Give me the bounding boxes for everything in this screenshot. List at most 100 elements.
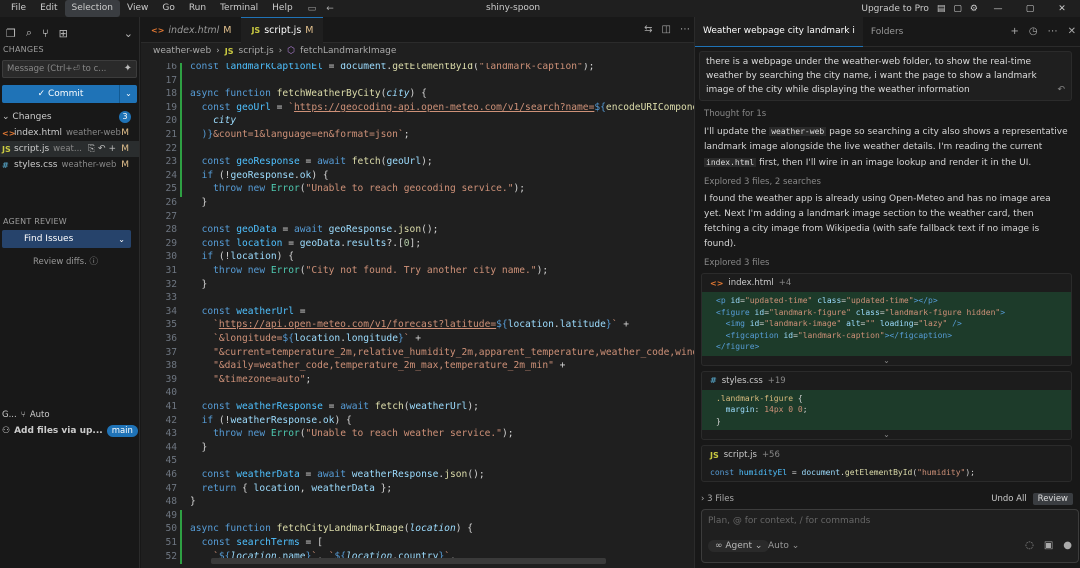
line-number: 33 (165, 292, 177, 304)
line-number: 24 (165, 169, 177, 181)
commit-message-input[interactable]: Message (Ctrl+⏎ to c... ✦ (2, 60, 137, 78)
menu-edit[interactable]: Edit (33, 0, 64, 17)
chat-icon[interactable]: ▢ (953, 4, 962, 14)
chevron-down-icon[interactable]: ⌄ (702, 356, 1071, 365)
file-item[interactable]: <> index.html weather-web M (0, 125, 139, 141)
diff-card-index-html[interactable]: <> index.html +4 <p id="updated-time" cl… (701, 273, 1072, 366)
upgrade-button[interactable]: Upgrade to Pro (861, 4, 929, 14)
image-icon[interactable]: ▣ (1044, 540, 1053, 551)
settings-icon[interactable]: ⚙ (970, 4, 978, 14)
commit-button[interactable]: ✓ Commit (2, 85, 119, 103)
line-number: 49 (165, 509, 177, 521)
explorer-icon[interactable]: ❐ (6, 27, 16, 40)
extensions-icon[interactable]: ⊞ (59, 27, 68, 40)
line-number: 39 (165, 373, 177, 385)
layout-toggle-icon[interactable]: ▭ (308, 4, 317, 14)
chevron-down-icon[interactable]: ⌄ (702, 430, 1071, 439)
diff-card-styles-css[interactable]: # styles.css +19 .landmark-figure { marg… (701, 370, 1072, 440)
compare-icon[interactable]: ⇆ (644, 24, 652, 35)
more-icon[interactable]: ⌄ (124, 27, 133, 40)
more-icon[interactable]: ⋯ (1048, 26, 1058, 37)
code-editor: <> index.html M JS script.js M ⇆ ◫ ⋯ wea… (141, 17, 694, 568)
line-number: 51 (165, 537, 177, 548)
editor-tabs: <> index.html M JS script.js M ⇆ ◫ ⋯ (141, 17, 694, 43)
branch-icon: ⑂ (20, 410, 26, 420)
line-number: 16 (165, 63, 177, 72)
menu-view[interactable]: View (120, 0, 155, 17)
code-line: if (!location) { (201, 251, 294, 263)
close-icon[interactable]: ✕ (1068, 26, 1076, 37)
menu-terminal[interactable]: Terminal (213, 0, 265, 17)
code-line: const landmarkCaptionEl = document.getEl… (190, 63, 595, 72)
changed-files-list: <> index.html weather-web M JS script.js weat.… (0, 125, 139, 173)
user-message[interactable]: there is a webpage under the weather-web… (699, 51, 1072, 101)
menu-help[interactable]: Help (265, 0, 300, 17)
file-item[interactable]: # styles.css weather-web M (0, 157, 139, 173)
code-line: } (190, 441, 208, 453)
code-line: async function fetchWeatherByCity(city) … (190, 88, 427, 100)
minimize-button[interactable]: — (986, 4, 1010, 14)
file-item[interactable]: JS script.js weat... ⎘ ↶ + M (0, 141, 139, 157)
thought-status[interactable]: Thought for 1s (704, 109, 1080, 119)
chat-input[interactable]: Plan, @ for context, / for commands ∞ Ag… (701, 509, 1079, 563)
line-number: 34 (165, 305, 177, 317)
spinner-icon: ◌ (1025, 540, 1034, 551)
line-number: 23 (165, 156, 177, 168)
js-file-icon: JS (251, 26, 261, 35)
menu-run[interactable]: Run (182, 0, 213, 17)
sparkle-icon[interactable]: ✦ (124, 63, 132, 74)
explored-status-1[interactable]: Explored 3 files, 2 searches (704, 177, 1080, 187)
layout-icon[interactable]: ▤ (937, 4, 946, 14)
search-icon[interactable]: ⌕ (26, 26, 32, 40)
js-file-icon: JS (710, 450, 719, 460)
history-icon[interactable]: ◷ (1029, 26, 1038, 37)
model-selector[interactable]: Auto ⌄ (768, 541, 799, 551)
undo-all-button[interactable]: Undo All (991, 494, 1026, 504)
source-control-icon[interactable]: ⑂ (42, 27, 49, 40)
code-line: throw new Error("Unable to reach geocodi… (213, 183, 526, 195)
menu-file[interactable]: File (4, 0, 33, 17)
line-number: 42 (165, 414, 177, 426)
menu-selection[interactable]: Selection (64, 0, 120, 17)
code-line: } (190, 278, 208, 290)
person-icon: ⚇ (2, 426, 11, 436)
line-number: 52 (165, 550, 177, 562)
code-line: "&current=temperature_2m,relative_humidi… (213, 346, 694, 358)
line-number: 36 (165, 333, 177, 344)
code-line: if (!weatherResponse.ok) { (201, 414, 352, 426)
changes-group[interactable]: ⌄ Changes 3 (0, 109, 139, 125)
close-button[interactable]: ✕ (1050, 4, 1074, 14)
horizontal-scrollbar[interactable] (211, 558, 606, 564)
tab-script-js[interactable]: JS script.js M (241, 17, 324, 43)
commit-dropdown-icon[interactable]: ⌄ (119, 85, 137, 103)
diff-body: <p id="updated-time" class="updated-time… (702, 292, 1071, 356)
branch-pill[interactable]: main (106, 425, 138, 437)
function-icon: ⬡ (287, 46, 296, 56)
undo-icon[interactable]: ↶ (1057, 83, 1065, 97)
more-actions-icon[interactable]: ⋯ (680, 24, 690, 35)
split-editor-icon[interactable]: ◫ (662, 24, 671, 35)
menu-go[interactable]: Go (155, 0, 181, 17)
maximize-button[interactable]: ▢ (1018, 4, 1042, 14)
plus-icon[interactable]: + (1010, 26, 1018, 37)
diff-card-script-js[interactable]: JS script.js +56 const humidityEl = docu… (701, 445, 1072, 482)
agent-mode-selector[interactable]: ∞ Agent ⌄ (708, 540, 770, 552)
code-line: "&daily=weather_code,temperature_2m_max,… (213, 360, 566, 372)
status-row: ⚇ Add files via up... main (0, 425, 154, 437)
find-issues-button[interactable]: Find Issues ⌄ (2, 230, 131, 248)
tab-folders[interactable]: Folders (863, 17, 912, 47)
title-bar: File Edit Selection View Go Run Terminal Help ▭… (0, 0, 1080, 17)
explored-status-2[interactable]: Explored 3 files (704, 258, 1080, 268)
back-arrow-icon[interactable]: ← (326, 4, 334, 14)
chevron-down-icon[interactable]: ⌄ (118, 235, 125, 244)
microphone-icon[interactable]: ● (1063, 540, 1072, 551)
review-button[interactable]: Review (1032, 493, 1073, 505)
line-number: 32 (165, 278, 177, 290)
tab-index-html[interactable]: <> index.html M (141, 17, 241, 43)
file-actions[interactable]: ⎘ ↶ + (88, 144, 116, 154)
tab-chat[interactable]: Weather webpage city landmark i (695, 16, 863, 47)
review-diffs-link[interactable]: Review diffs. ⓘ (0, 255, 139, 267)
line-number: 46 (165, 469, 177, 480)
html-file-icon: <> (151, 25, 165, 35)
code-area[interactable]: 16 const landmarkCaptionEl = document.get… (141, 63, 694, 568)
